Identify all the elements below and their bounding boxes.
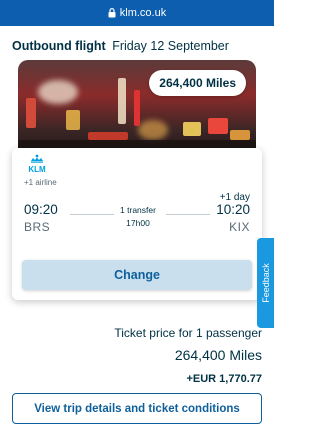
- miles-badge: 264,400 Miles: [149, 70, 246, 96]
- flight-card: KLM +1 airline +1 day 09:20 10:20 BRS KI…: [12, 148, 262, 300]
- klm-crown-icon: KLM: [24, 154, 50, 174]
- departure-time: 09:20: [24, 202, 58, 217]
- klm-logo-text: KLM: [28, 165, 46, 174]
- departure-airport: BRS: [24, 220, 51, 234]
- outbound-heading: Outbound flight Friday 12 September: [12, 39, 229, 53]
- arrival-time: 10:20: [216, 202, 250, 217]
- feedback-tab[interactable]: Feedback: [257, 238, 274, 328]
- flight-duration: 17h00: [126, 218, 150, 228]
- outbound-heading-date: Friday 12 September: [112, 39, 229, 53]
- view-trip-details-button[interactable]: View trip details and ticket conditions: [12, 393, 262, 424]
- transfer-count: 1 transfer: [120, 205, 156, 215]
- feedback-label: Feedback: [260, 263, 271, 303]
- change-button[interactable]: Change: [22, 260, 252, 290]
- outbound-heading-label: Outbound flight: [12, 39, 106, 53]
- airline-count: +1 airline: [24, 178, 57, 187]
- arrival-airport: KIX: [229, 220, 250, 234]
- browser-url-bar[interactable]: klm.co.uk: [0, 0, 274, 26]
- price-label: Ticket price for 1 passenger: [114, 326, 262, 340]
- price-miles: 264,400 Miles: [174, 347, 262, 363]
- route-line-right: [166, 214, 210, 215]
- destination-photo: 264,400 Miles: [18, 60, 256, 160]
- browser-url-text: klm.co.uk: [119, 7, 167, 19]
- page-content: Outbound flight Friday 12 September 264,…: [0, 26, 274, 435]
- route-line-left: [70, 214, 114, 215]
- lock-icon: [108, 8, 116, 18]
- price-cash: +EUR 1,770.77: [186, 373, 262, 385]
